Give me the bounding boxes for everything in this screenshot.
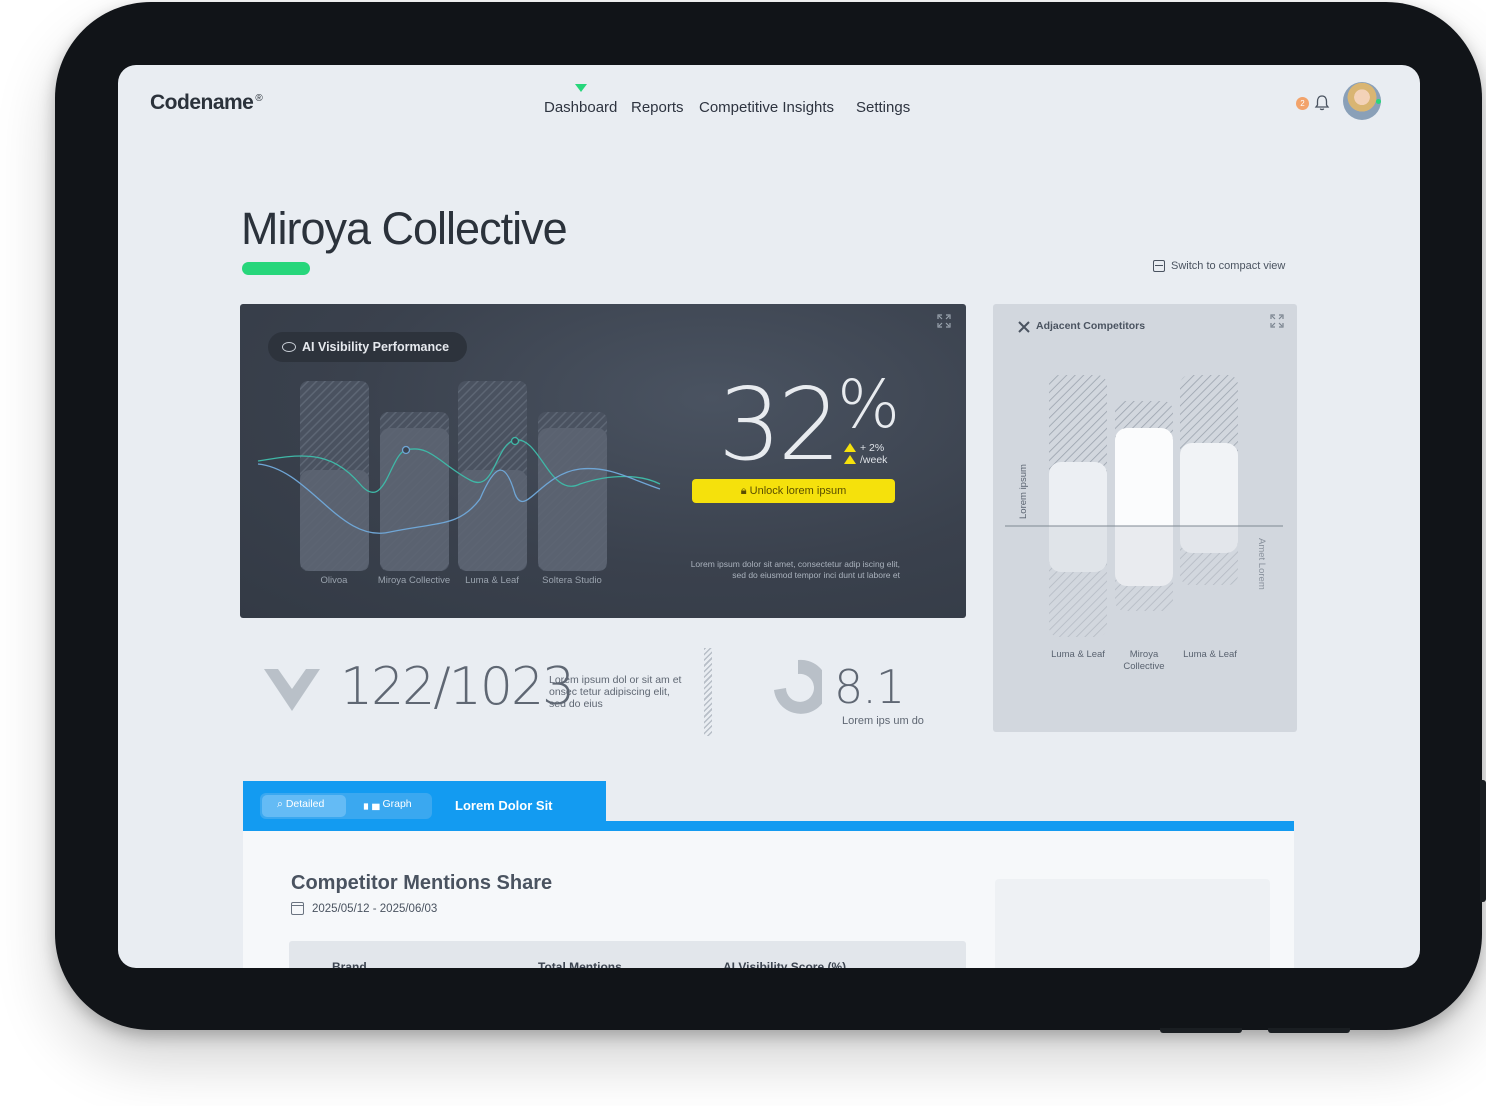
- nav-dashboard[interactable]: Dashboard: [544, 99, 617, 116]
- visibility-bar-chart: Olivoa Miroya Collective Luma & Leaf Sol…: [257, 381, 661, 586]
- tab-header: ⌕ Detailed ▖▄ Graph Lorem Dolor Sit: [243, 781, 606, 827]
- tab-graph[interactable]: ▖▄ Graph: [364, 798, 412, 810]
- compact-view-icon: [1153, 260, 1165, 272]
- nav-competitive-insights[interactable]: Competitive Insights: [699, 99, 834, 116]
- adjacent-competitors-card: Adjacent Competitors Lorem ipsum Amet Lo…: [993, 304, 1297, 732]
- score-donut-icon: [774, 659, 822, 714]
- bar-label: Miroya Collective: [378, 575, 450, 586]
- bar-label: Soltera Studio: [542, 575, 602, 586]
- table-header: Brand Total Mentions AI Visibility Score…: [289, 941, 966, 968]
- lock-icon: 🔒︎: [740, 485, 750, 497]
- ai-visibility-card: AI Visibility Performance Olivoa Miroya …: [240, 304, 966, 618]
- bar-soltera-studio: [538, 428, 607, 571]
- tablet-bottom-button: [1160, 1028, 1242, 1033]
- mentions-panel: Competitor Mentions Share 2025/05/12 - 2…: [243, 831, 1294, 968]
- date-range[interactable]: 2025/05/12 - 2025/06/03: [291, 902, 437, 915]
- column-header[interactable]: AI Visibility Score (%): [723, 960, 846, 968]
- compact-view-toggle[interactable]: Switch to compact view: [1153, 260, 1285, 272]
- bar-label: Miroya: [1130, 649, 1159, 660]
- nav-settings[interactable]: Settings: [856, 99, 910, 116]
- visibility-description: Lorem ipsum dolor sit amet, consectetur …: [690, 559, 900, 580]
- column-header[interactable]: Total Mentions: [538, 960, 622, 968]
- calendar-icon: [291, 902, 304, 915]
- tablet-side-button: [1480, 780, 1486, 902]
- bar-luma-leaf: [458, 470, 527, 571]
- expand-icon[interactable]: [937, 314, 951, 328]
- mentions-ratio-description: Lorem ipsum dol or sit am et onsec tetur…: [549, 674, 682, 710]
- bar-olivoa: [300, 470, 369, 571]
- compact-view-label: Switch to compact view: [1171, 260, 1286, 272]
- bar-label: Olivoa: [321, 575, 349, 586]
- brand-logo[interactable]: Codename ®: [150, 91, 263, 115]
- competitors-chart: Lorem ipsum Amet Lorem Luma & Leaf Miroy…: [1005, 375, 1283, 672]
- unlock-button[interactable]: 🔒︎ Unlock lorem ipsum: [692, 479, 895, 503]
- online-status-dot: [1376, 99, 1381, 104]
- bar-label: Luma & Leaf: [1183, 649, 1237, 660]
- tablet-bottom-button: [1268, 1028, 1350, 1033]
- up-arrow-icon: [844, 455, 856, 464]
- mentions-ratio: 122/1023: [340, 657, 575, 717]
- trend-point: [510, 436, 520, 446]
- y-axis-right-label: Amet Lorem: [1256, 538, 1267, 590]
- nav-reports[interactable]: Reports: [631, 99, 684, 116]
- trend-point: [401, 445, 411, 455]
- chevron-down-icon: [264, 669, 320, 711]
- score-value: 8.1: [834, 660, 905, 714]
- hatched-divider: [704, 648, 712, 736]
- side-summary-box: [995, 879, 1270, 968]
- page-title: Miroya Collective: [241, 203, 568, 254]
- bar-label: Collective: [1123, 661, 1164, 672]
- score-description: Lorem ips um do: [842, 715, 924, 727]
- weekly-delta: + 2% /week: [844, 442, 887, 466]
- bar-label: Luma & Leaf: [465, 575, 519, 586]
- bar-label: Luma & Leaf: [1051, 649, 1105, 660]
- lower-shade: [1049, 526, 1239, 666]
- view-toggle: ⌕ Detailed ▖▄ Graph: [260, 793, 432, 819]
- app-screen: Codename ® Dashboard Reports Competitive …: [118, 65, 1420, 968]
- tab-detailed[interactable]: ⌕ Detailed: [277, 798, 324, 811]
- bell-icon[interactable]: [1313, 94, 1331, 112]
- column-header[interactable]: Brand: [332, 960, 367, 968]
- y-axis-left-label: Lorem ipsum: [1018, 464, 1029, 519]
- active-nav-indicator: [575, 84, 587, 92]
- panel-title: Competitor Mentions Share: [291, 872, 553, 894]
- title-accent-bar: [242, 262, 310, 275]
- notification-badge: 2: [1296, 97, 1309, 110]
- up-arrow-icon: [844, 443, 856, 452]
- tab-title[interactable]: Lorem Dolor Sit: [455, 798, 553, 813]
